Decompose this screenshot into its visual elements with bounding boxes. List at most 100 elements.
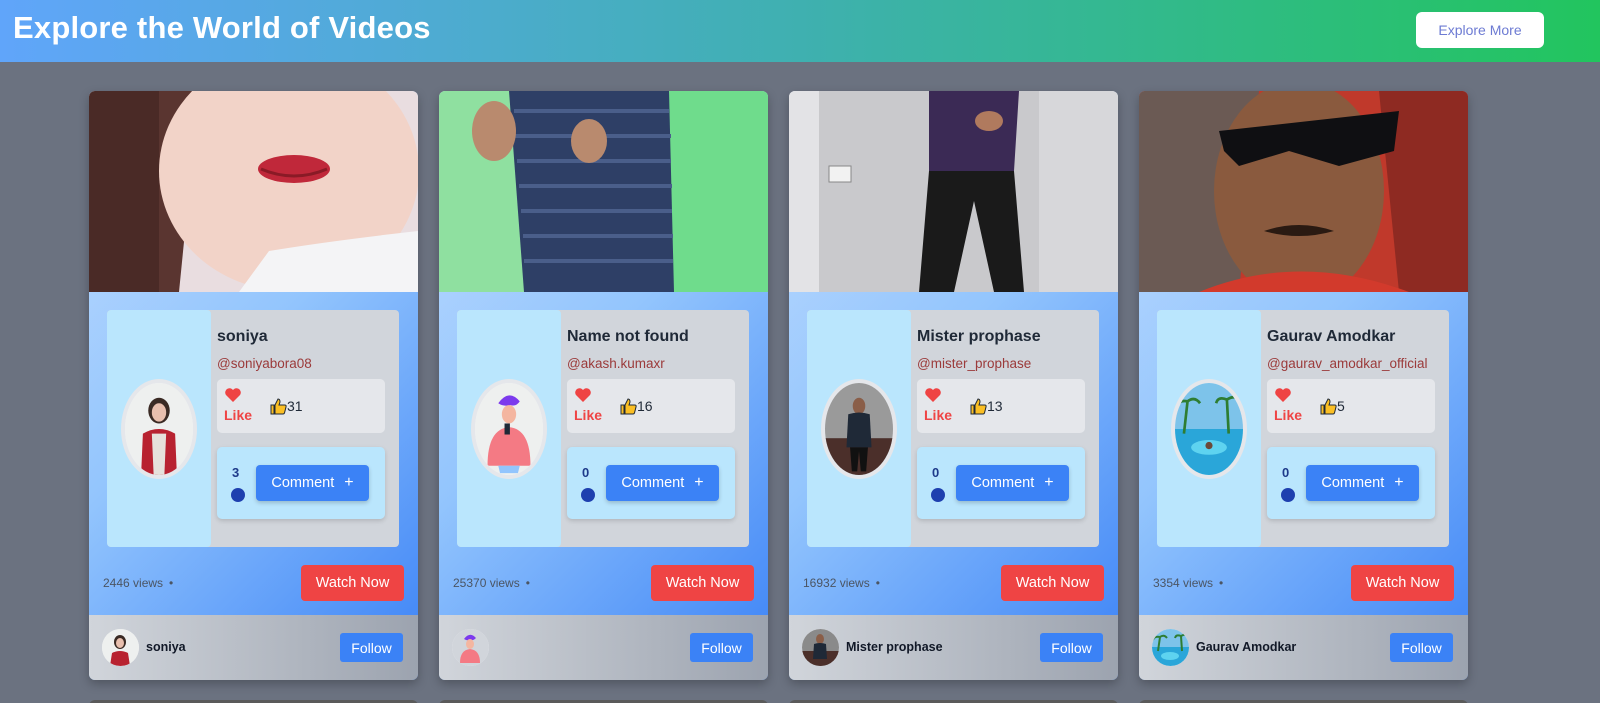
separator-dot: • (169, 576, 174, 590)
creator-name: Name not found (567, 328, 689, 345)
footer-creator-name[interactable]: Gaurav Amodkar (1196, 640, 1296, 654)
video-thumbnail[interactable] (1139, 91, 1468, 292)
like-label[interactable]: Like (924, 407, 952, 423)
separator-dot: • (525, 576, 530, 590)
creator-handle[interactable]: @gaurav_amodkar_official (1267, 356, 1428, 371)
avatar-column (1157, 310, 1261, 547)
like-count: 16 (637, 398, 653, 414)
watch-now-button[interactable]: Watch Now (301, 565, 404, 601)
comment-button[interactable]: Comment + (606, 465, 719, 501)
footer-avatar[interactable] (1152, 629, 1189, 666)
like-panel: Like 31 (217, 379, 385, 433)
follow-button[interactable]: Follow (1390, 633, 1453, 662)
card-footer: Follow (439, 615, 768, 680)
video-thumbnail[interactable] (89, 91, 418, 292)
card-footer: Gaurav Amodkar Follow (1139, 615, 1468, 680)
dot-icon (1281, 488, 1295, 502)
view-count-text: 3354 views (1153, 576, 1214, 590)
video-card: Mister prophase @mister_prophase Like 13… (789, 91, 1118, 680)
heart-icon[interactable] (574, 387, 592, 403)
view-count: 25370 views • (453, 576, 530, 590)
comment-button[interactable]: Comment + (1306, 465, 1419, 501)
card-footer: Mister prophase Follow (789, 615, 1118, 680)
profile-panel: Gaurav Amodkar @gaurav_amodkar_official … (1157, 310, 1449, 547)
video-thumbnail[interactable] (439, 91, 768, 292)
thumbs-up-icon[interactable] (620, 398, 637, 415)
plus-icon: + (694, 474, 704, 491)
plus-icon: + (1394, 474, 1404, 491)
video-card: Name not found @akash.kumaxr Like 16 0 C… (439, 91, 768, 680)
footer-avatar[interactable] (802, 629, 839, 666)
profile-panel: Mister prophase @mister_prophase Like 13… (807, 310, 1099, 547)
avatar[interactable] (1171, 379, 1247, 479)
footer-avatar[interactable] (452, 629, 489, 666)
view-count-text: 25370 views (453, 576, 520, 590)
separator-dot: • (1219, 576, 1224, 590)
thumbs-up-icon[interactable] (970, 398, 987, 415)
profile-panel: Name not found @akash.kumaxr Like 16 0 C… (457, 310, 749, 547)
follow-button[interactable]: Follow (690, 633, 753, 662)
view-count: 16932 views • (803, 576, 880, 590)
footer-creator-name[interactable]: Mister prophase (846, 640, 943, 654)
comment-count: 0 (582, 465, 590, 480)
like-count: 31 (287, 398, 303, 414)
comment-button-label: Comment (971, 475, 1035, 491)
like-panel: Like 13 (917, 379, 1085, 433)
video-thumbnail[interactable] (789, 91, 1118, 292)
page-title: Explore the World of Videos (13, 10, 431, 45)
avatar-column (807, 310, 911, 547)
creator-handle[interactable]: @soniyabora08 (217, 356, 312, 371)
plus-icon: + (344, 474, 354, 491)
footer-avatar[interactable] (102, 629, 139, 666)
comment-count: 0 (932, 465, 940, 480)
follow-button[interactable]: Follow (1040, 633, 1103, 662)
like-panel: Like 5 (1267, 379, 1435, 433)
comment-button[interactable]: Comment + (956, 465, 1069, 501)
creator-name: Gaurav Amodkar (1267, 328, 1396, 345)
comment-panel: 3 Comment + (217, 447, 385, 519)
profile-panel: soniya @soniyabora08 Like 31 3 Comment + (107, 310, 399, 547)
dot-icon (931, 488, 945, 502)
view-count-text: 2446 views (103, 576, 164, 590)
like-label[interactable]: Like (574, 407, 602, 423)
creator-handle[interactable]: @akash.kumaxr (567, 356, 665, 371)
like-count: 13 (987, 398, 1003, 414)
heart-icon[interactable] (924, 387, 942, 403)
heart-icon[interactable] (224, 387, 242, 403)
like-label[interactable]: Like (1274, 407, 1302, 423)
heart-icon[interactable] (1274, 387, 1292, 403)
separator-dot: • (875, 576, 880, 590)
avatar-column (107, 310, 211, 547)
avatar-column (457, 310, 561, 547)
thumbs-up-icon[interactable] (270, 398, 287, 415)
video-card: soniya @soniyabora08 Like 31 3 Comment +… (89, 91, 418, 680)
follow-button[interactable]: Follow (340, 633, 403, 662)
comment-count: 3 (232, 465, 240, 480)
creator-name: Mister prophase (917, 328, 1041, 345)
avatar[interactable] (471, 379, 547, 479)
avatar[interactable] (821, 379, 897, 479)
comment-button-label: Comment (271, 475, 335, 491)
dot-icon (231, 488, 245, 502)
comment-panel: 0 Comment + (567, 447, 735, 519)
comment-button-label: Comment (621, 475, 685, 491)
watch-now-button[interactable]: Watch Now (1001, 565, 1104, 601)
view-count: 2446 views • (103, 576, 173, 590)
watch-now-button[interactable]: Watch Now (651, 565, 754, 601)
explore-more-button[interactable]: Explore More (1416, 12, 1544, 48)
footer-creator-name[interactable]: soniya (146, 640, 186, 654)
comment-panel: 0 Comment + (917, 447, 1085, 519)
like-label[interactable]: Like (224, 407, 252, 423)
creator-handle[interactable]: @mister_prophase (917, 356, 1031, 371)
watch-now-button[interactable]: Watch Now (1351, 565, 1454, 601)
comment-button[interactable]: Comment + (256, 465, 369, 501)
creator-name: soniya (217, 328, 268, 345)
thumbs-up-icon[interactable] (1320, 398, 1337, 415)
comment-count: 0 (1282, 465, 1290, 480)
view-count-text: 16932 views (803, 576, 870, 590)
top-banner: Explore the World of Videos Explore More (0, 0, 1600, 62)
avatar[interactable] (121, 379, 197, 479)
comment-button-label: Comment (1321, 475, 1385, 491)
like-panel: Like 16 (567, 379, 735, 433)
like-count: 5 (1337, 398, 1345, 414)
